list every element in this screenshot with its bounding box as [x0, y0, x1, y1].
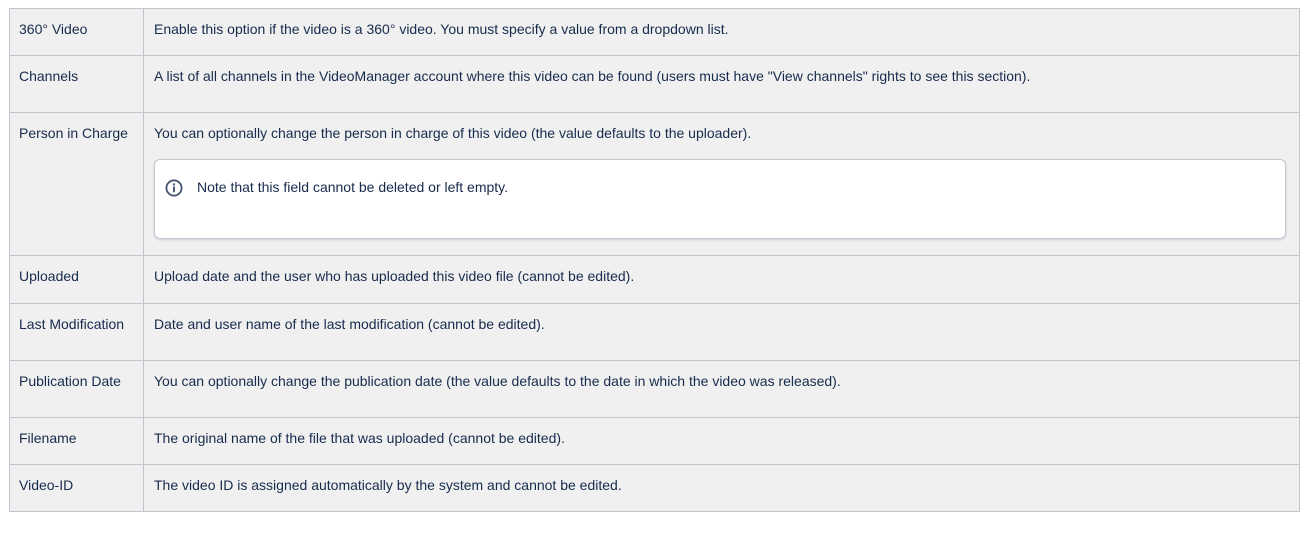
field-label: Last Modification — [9, 303, 144, 361]
field-description: The original name of the file that was u… — [143, 417, 1300, 465]
table-row-last-modification: Last Modification Date and user name of … — [9, 303, 1300, 361]
field-description: Date and user name of the last modificat… — [143, 303, 1300, 361]
field-label: 360° Video — [9, 8, 144, 56]
field-label: Channels — [9, 55, 144, 113]
field-description-table: 360° Video Enable this option if the vid… — [9, 8, 1300, 512]
table-row-publication-date: Publication Date You can optionally chan… — [9, 360, 1300, 418]
field-label: Filename — [9, 417, 144, 465]
table-row-video-id: Video-ID The video ID is assigned automa… — [9, 464, 1300, 512]
field-label: Publication Date — [9, 360, 144, 418]
field-description: A list of all channels in the VideoManag… — [143, 55, 1300, 113]
table-row-person-in-charge: Person in Charge You can optionally chan… — [9, 112, 1300, 256]
field-label: Uploaded — [9, 255, 144, 304]
field-label: Person in Charge — [9, 112, 144, 256]
table-row-channels: Channels A list of all channels in the V… — [9, 55, 1300, 113]
table-row-360-video: 360° Video Enable this option if the vid… — [9, 8, 1300, 56]
table-row-filename: Filename The original name of the file t… — [9, 417, 1300, 465]
info-note-text: Note that this field cannot be deleted o… — [197, 179, 509, 195]
info-icon — [165, 179, 183, 197]
field-description: The video ID is assigned automatically b… — [143, 464, 1300, 512]
field-description: You can optionally change the person in … — [154, 125, 752, 141]
info-note-panel: Note that this field cannot be deleted o… — [154, 159, 1286, 239]
field-description-cell: You can optionally change the person in … — [143, 112, 1300, 256]
field-description: You can optionally change the publicatio… — [143, 360, 1300, 418]
field-label: Video-ID — [9, 464, 144, 512]
table-row-uploaded: Uploaded Upload date and the user who ha… — [9, 255, 1300, 304]
field-description: Enable this option if the video is a 360… — [143, 8, 1300, 56]
field-description: Upload date and the user who has uploade… — [143, 255, 1300, 304]
